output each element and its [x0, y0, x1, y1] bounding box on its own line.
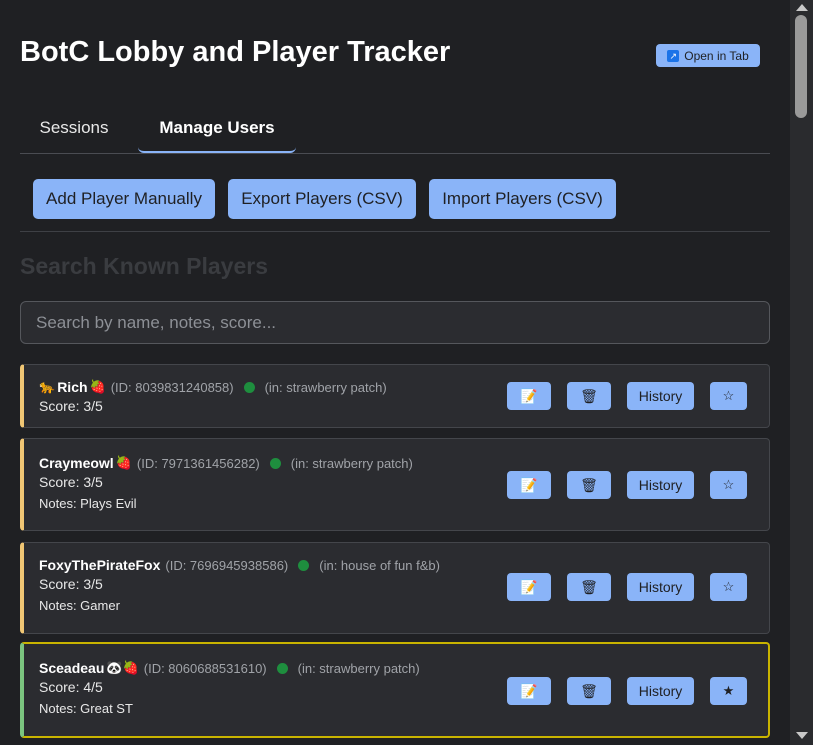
trash-icon: 🗑: [580, 476, 598, 493]
edit-button[interactable]: 📝: [507, 471, 551, 499]
trash-icon: 🗑: [580, 578, 598, 595]
app-content: BotC Lobby and Player Tracker ↗ Open in …: [0, 0, 790, 745]
edit-button[interactable]: 📝: [507, 677, 551, 705]
player-score: Score: 3/5: [39, 398, 103, 414]
delete-button[interactable]: 🗑: [567, 471, 611, 499]
player-id: (ID: 7971361456282): [136, 455, 260, 471]
player-card: Craymeowl 🍓 (ID: 7971361456282) (in: str…: [20, 438, 770, 531]
scroll-down-arrow-icon[interactable]: [796, 732, 808, 739]
strawberry-emoji-icon: 🍓: [89, 379, 106, 394]
player-info: FoxyThePirateFox (ID: 7696945938586) (in…: [39, 557, 440, 613]
trash-icon: 🗑: [580, 682, 598, 699]
online-status-icon: [276, 662, 288, 674]
star-outline-icon: ☆: [722, 477, 735, 492]
player-info: Craymeowl 🍓 (ID: 7971361456282) (in: str…: [39, 455, 413, 511]
online-status-icon: [243, 381, 255, 393]
player-score: Score: 4/5: [39, 679, 103, 695]
tab-bar: Sessions Manage Users: [20, 106, 770, 154]
player-id: (ID: 7696945938586): [165, 557, 289, 573]
tab-manage-users[interactable]: Manage Users: [138, 106, 296, 153]
open-in-tab-button[interactable]: ↗ Open in Tab: [656, 44, 760, 67]
trash-icon: 🗑: [580, 387, 598, 404]
player-name: Craymeowl: [39, 455, 114, 471]
player-info: 🐆 Rich 🍓 (ID: 8039831240858) (in: strawb…: [39, 379, 387, 414]
search-heading: Search Known Players: [20, 253, 268, 279]
online-status-icon: [298, 559, 310, 571]
player-id: (ID: 8060688531610): [143, 660, 267, 676]
edit-icon: 📝: [520, 387, 538, 404]
player-name: Sceadeau: [39, 660, 105, 676]
history-button[interactable]: History: [627, 382, 694, 410]
star-filled-icon: ★: [722, 683, 735, 698]
open-in-tab-label: Open in Tab: [684, 48, 749, 63]
player-card: 🐆 Rich 🍓 (ID: 8039831240858) (in: strawb…: [20, 364, 770, 428]
player-card-starred: Sceadeau 🐼🍓 (ID: 8060688531610) (in: str…: [20, 642, 770, 738]
player-notes: Notes: Plays Evil: [39, 496, 137, 511]
star-button[interactable]: ☆: [710, 471, 747, 499]
strawberry-emoji-icon: 🍓: [115, 455, 132, 470]
player-score: Score: 3/5: [39, 474, 103, 490]
edit-button[interactable]: 📝: [507, 382, 551, 410]
star-button[interactable]: ★: [710, 677, 747, 705]
cat-emoji-icon: 🐆: [39, 379, 56, 394]
player-notes: Notes: Gamer: [39, 598, 120, 613]
player-location: (in: strawberry patch): [264, 379, 387, 395]
edit-button[interactable]: 📝: [507, 573, 551, 601]
player-name: FoxyThePirateFox: [39, 557, 161, 573]
import-players-button[interactable]: Import Players (CSV): [429, 179, 616, 219]
external-link-icon: ↗: [667, 49, 680, 62]
edit-icon: 📝: [520, 476, 538, 493]
search-input[interactable]: [20, 301, 770, 344]
edit-icon: 📝: [520, 578, 538, 595]
delete-button[interactable]: 🗑: [567, 573, 611, 601]
player-name: Rich: [57, 379, 88, 395]
tab-sessions[interactable]: Sessions: [20, 106, 128, 153]
export-players-button[interactable]: Export Players (CSV): [228, 179, 416, 219]
player-id: (ID: 8039831240858): [110, 379, 234, 395]
delete-button[interactable]: 🗑: [567, 677, 611, 705]
scroll-thumb[interactable]: [795, 15, 807, 118]
player-location: (in: strawberry patch): [297, 660, 420, 676]
add-player-button[interactable]: Add Player Manually: [33, 179, 215, 219]
player-location: (in: strawberry patch): [290, 455, 413, 471]
panda-strawberry-emoji-icon: 🐼🍓: [106, 660, 139, 675]
edit-icon: 📝: [520, 682, 538, 699]
player-location: (in: house of fun f&b): [319, 557, 440, 573]
player-card: FoxyThePirateFox (ID: 7696945938586) (in…: [20, 542, 770, 634]
history-button[interactable]: History: [627, 471, 694, 499]
player-info: Sceadeau 🐼🍓 (ID: 8060688531610) (in: str…: [39, 660, 420, 716]
star-button[interactable]: ☆: [710, 573, 747, 601]
star-outline-icon: ☆: [722, 388, 735, 403]
history-button[interactable]: History: [627, 573, 694, 601]
scroll-up-arrow-icon[interactable]: [796, 4, 808, 11]
action-bar: Add Player Manually Export Players (CSV)…: [20, 179, 770, 232]
player-notes: Notes: Great ST: [39, 701, 133, 716]
delete-button[interactable]: 🗑: [567, 382, 611, 410]
star-button[interactable]: ☆: [710, 382, 747, 410]
star-outline-icon: ☆: [722, 579, 735, 594]
player-score: Score: 3/5: [39, 576, 103, 592]
vertical-scrollbar[interactable]: [790, 0, 813, 745]
page-title: BotC Lobby and Player Tracker: [20, 36, 451, 68]
history-button[interactable]: History: [627, 677, 694, 705]
online-status-icon: [269, 457, 281, 469]
